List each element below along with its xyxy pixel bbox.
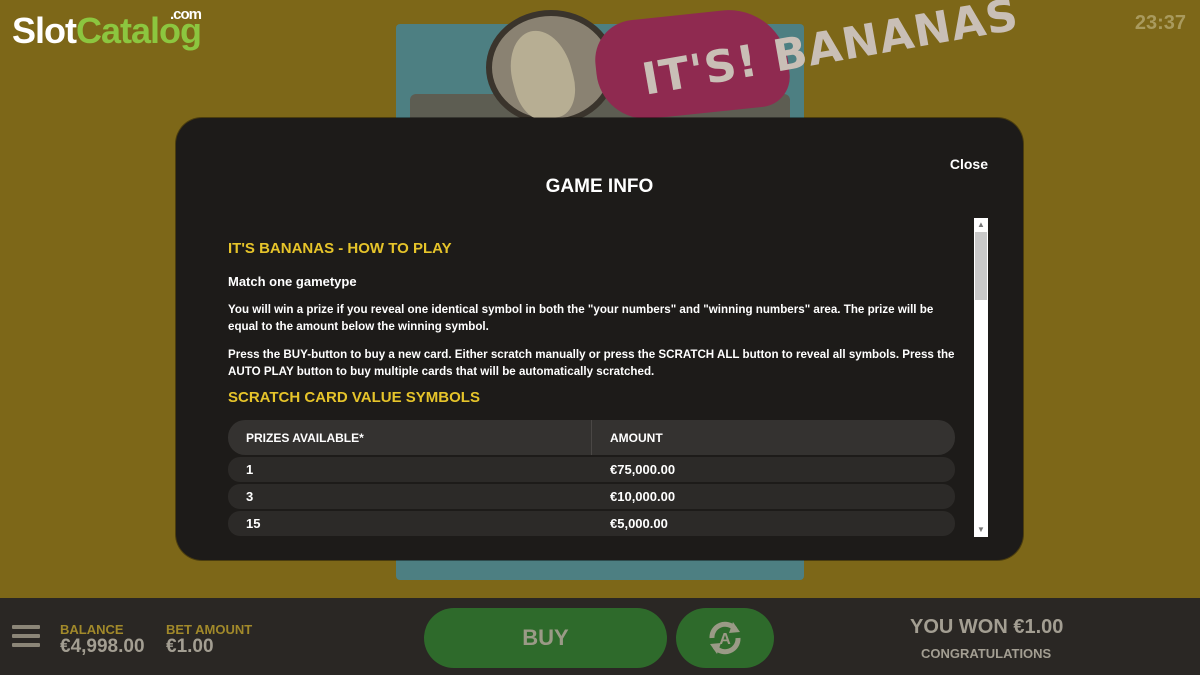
close-button[interactable]: Close xyxy=(950,156,988,172)
slotcatalog-watermark: SlotCatalog .com xyxy=(12,6,202,52)
congratulations-text: CONGRATULATIONS xyxy=(921,646,1052,661)
bottom-control-bar: BALANCE €4,998.00 BET AMOUNT €1.00 BUY A… xyxy=(0,598,1200,675)
brand-text-slot: Slot xyxy=(12,10,77,51)
scrollbar-thumb[interactable] xyxy=(975,232,987,300)
prize-table-header: PRIZES AVAILABLE* AMOUNT xyxy=(228,420,955,455)
table-row: 1 €75,000.00 xyxy=(228,457,955,482)
hamburger-menu-icon[interactable] xyxy=(12,625,40,647)
rules-paragraph-2: Press the BUY-button to buy a new card. … xyxy=(228,348,955,378)
column-header-prizes: PRIZES AVAILABLE* xyxy=(246,430,364,445)
buy-button[interactable]: BUY xyxy=(424,608,667,668)
prize-count-cell: 1 xyxy=(246,461,254,477)
amount-cell: €5,000.00 xyxy=(610,515,668,531)
scroll-down-arrow-icon[interactable]: ▼ xyxy=(974,523,988,537)
win-amount-text: YOU WON €1.00 xyxy=(910,616,1064,638)
game-info-modal: Close GAME INFO IT'S BANANAS - HOW TO PL… xyxy=(176,118,1023,560)
amount-cell: €10,000.00 xyxy=(610,488,676,504)
prize-count-cell: 3 xyxy=(246,488,254,504)
autoplay-button[interactable]: A xyxy=(676,608,774,668)
prize-table: PRIZES AVAILABLE* AMOUNT 1 €75,000.00 3 … xyxy=(228,420,955,536)
amount-cell: €75,000.00 xyxy=(610,461,676,477)
banana-peel-shape xyxy=(501,23,583,127)
bet-amount-label: BET AMOUNT xyxy=(166,622,253,637)
how-to-play-heading: IT'S BANANAS - HOW TO PLAY xyxy=(228,240,452,257)
bet-amount-value[interactable]: €1.00 xyxy=(166,636,214,658)
gametype-label: Match one gametype xyxy=(228,274,357,289)
vertical-scrollbar[interactable]: ▲ ▼ xyxy=(974,218,988,537)
scroll-up-arrow-icon[interactable]: ▲ xyxy=(974,218,988,232)
svg-text:A: A xyxy=(719,631,731,648)
table-row: 15 €5,000.00 xyxy=(228,511,955,536)
balance-label: BALANCE xyxy=(60,622,124,637)
table-row: 3 €10,000.00 xyxy=(228,484,955,509)
game-info-content[interactable]: IT'S BANANAS - HOW TO PLAY Match one gam… xyxy=(228,236,956,538)
prize-count-cell: 15 xyxy=(246,515,261,531)
column-header-amount: AMOUNT xyxy=(610,430,663,445)
brand-text-com: .com xyxy=(170,6,202,23)
value-symbols-heading: SCRATCH CARD VALUE SYMBOLS xyxy=(228,389,480,406)
modal-title: GAME INFO xyxy=(545,176,654,197)
balance-value: €4,998.00 xyxy=(60,636,145,657)
rules-paragraph-1: You will win a prize if you reveal one i… xyxy=(228,303,934,333)
clock: 23:37 xyxy=(1134,12,1186,34)
autoplay-icon: A xyxy=(709,621,741,655)
